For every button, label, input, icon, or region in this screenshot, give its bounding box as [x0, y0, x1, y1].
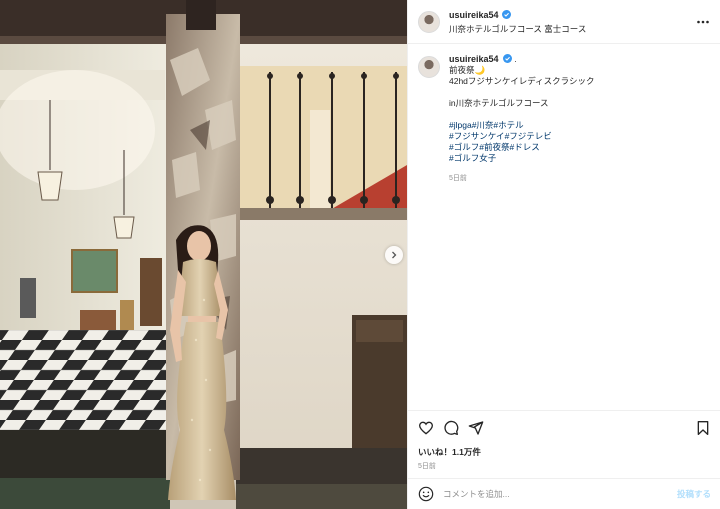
caption-line: 前夜祭🌙 [449, 65, 486, 75]
heart-icon[interactable] [418, 420, 434, 436]
hashtag-link[interactable]: #川奈 [472, 120, 494, 130]
hashtag-link[interactable]: #前夜祭 [479, 142, 509, 152]
caption-line: in川奈ホテルゴルフコース [449, 98, 549, 108]
hashtag-link[interactable]: #ゴルフ女子 [449, 153, 496, 163]
avatar[interactable] [418, 10, 440, 33]
post-side-panel: usuireika54 川奈ホテルゴルフコース 富士コース usuireika5… [407, 0, 720, 509]
username-link[interactable]: usuireika54 [449, 9, 499, 21]
caption-avatar[interactable] [418, 56, 440, 78]
comment-icon[interactable] [443, 420, 459, 436]
share-icon[interactable] [468, 420, 484, 436]
hashtag-link[interactable]: #ホテル [493, 120, 523, 130]
hashtag-link[interactable]: #フジテレビ [505, 131, 552, 141]
comment-bar: 投稿する [408, 478, 720, 509]
post-comment-button[interactable]: 投稿する [677, 488, 711, 500]
caption-line: 42hdフジサンケイレディスクラシック [449, 76, 595, 86]
hashtag-link[interactable]: #jlpga [449, 120, 472, 130]
hashtag-link[interactable]: #フジサンケイ [449, 131, 505, 141]
location-link[interactable]: 川奈ホテルゴルフコース 富士コース [449, 23, 586, 35]
chevron-right-icon [392, 251, 397, 259]
caption-username-link[interactable]: usuireika54 [449, 54, 499, 64]
photo-scene [0, 0, 407, 509]
likes-count[interactable]: いいね！1.1万件 [418, 446, 711, 458]
hashtag-link[interactable]: #ゴルフ [449, 142, 479, 152]
bookmark-icon[interactable] [695, 420, 711, 436]
verified-badge-icon [502, 54, 512, 63]
verified-badge-icon [501, 10, 511, 19]
hashtag-link[interactable]: #ドレス [509, 142, 539, 152]
comment-input[interactable] [443, 489, 677, 499]
next-photo-button[interactable] [385, 246, 403, 264]
post-photo [0, 0, 407, 509]
post-date: 5日前 [418, 463, 436, 470]
action-bar: いいね！1.1万件 5日前 [408, 410, 720, 471]
post-header: usuireika54 川奈ホテルゴルフコース 富士コース [408, 0, 720, 44]
caption-timestamp: 5日前 [449, 175, 467, 182]
more-options-icon[interactable] [696, 15, 710, 29]
emoji-icon[interactable] [418, 486, 434, 502]
caption-suffix: . [514, 54, 517, 64]
caption: usuireika54 . 前夜祭🌙 42hdフジサンケイレディスクラシック i… [408, 44, 720, 184]
